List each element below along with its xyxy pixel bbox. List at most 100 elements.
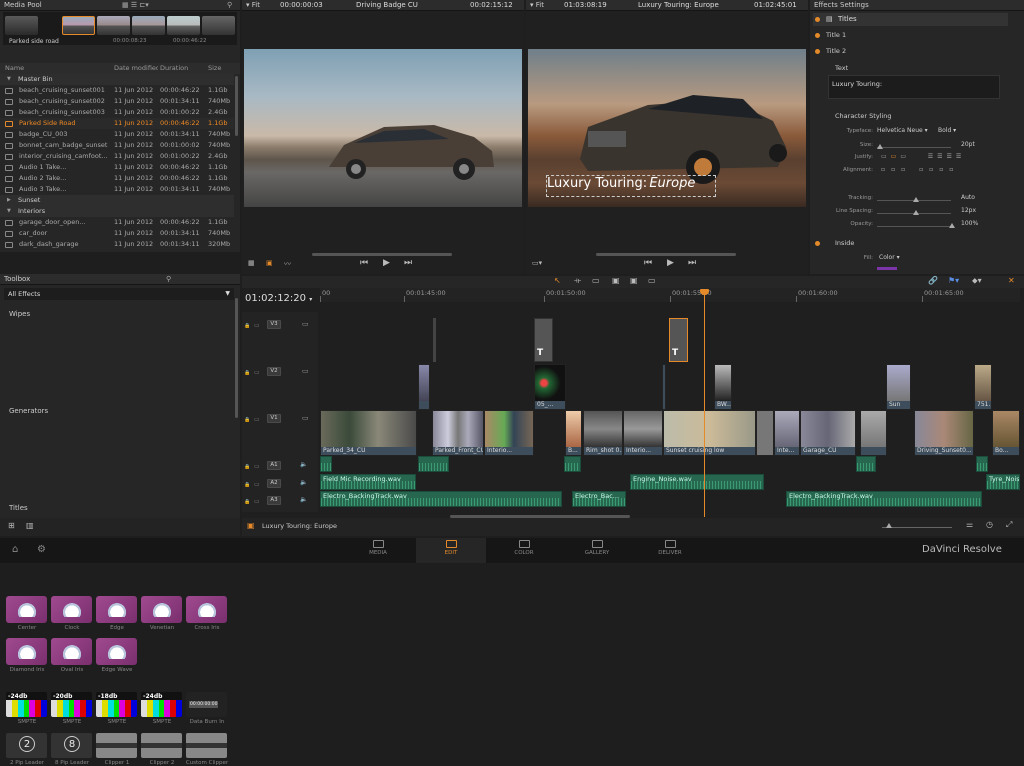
effects-filter-dropdown[interactable]: All Effects ▼	[4, 288, 234, 300]
wipe-effect-center[interactable]	[6, 596, 47, 623]
col-name[interactable]: Name	[5, 63, 95, 74]
generator-8-pip-leader[interactable]: 8	[51, 733, 92, 758]
source-forward-icon[interactable]: ⏭	[404, 258, 412, 268]
timeline-rewind-icon[interactable]: ⏮	[644, 258, 652, 268]
opacity-value[interactable]: 100%	[961, 220, 978, 227]
media-pool-scrollbar[interactable]	[235, 76, 238, 136]
timeline-ruler[interactable]: 00 00:01:45:00 00:01:50:00 00:01:55:00 00:01…	[320, 288, 1020, 302]
col-duration[interactable]: Duration	[160, 63, 206, 74]
video-clip[interactable]: Garage_CU	[800, 410, 856, 456]
clip-row[interactable]: Audio 1 Take... 11 Jun 2012 00:00:46:22 1.1…	[0, 162, 234, 173]
fullscreen-icon[interactable]: ⤢	[1006, 520, 1012, 530]
inside-section-header[interactable]: Inside	[813, 238, 1008, 250]
settings-tool-icon[interactable]: ✕	[1008, 276, 1015, 285]
video-clip[interactable]	[418, 364, 430, 410]
video-clip[interactable]: B...	[565, 410, 582, 456]
generator-smpte[interactable]: -18db	[96, 692, 137, 717]
playhead[interactable]	[700, 289, 709, 517]
page-tab-edit[interactable]: EDIT	[416, 538, 486, 563]
track-speaker-icon[interactable]: 🔈	[300, 496, 307, 503]
source-audio-icon[interactable]: 〰	[284, 259, 291, 269]
generator-clipper-1[interactable]	[96, 733, 137, 758]
effects-tree-title2[interactable]: Title 2	[813, 45, 1008, 57]
page-tab-color[interactable]: COLOR	[489, 540, 559, 556]
video-clip[interactable]: Driving_Sunset0...	[914, 410, 974, 456]
video-clip[interactable]: Sun	[886, 364, 911, 410]
timeline-forward-icon[interactable]: ⏭	[688, 258, 696, 268]
wipe-effect-edge-wave[interactable]	[96, 638, 137, 665]
clip-row[interactable]: bonnet_cam_badge_sunset 11 Jun 2012 00:01:…	[0, 140, 234, 151]
track-lock-icon[interactable]: 🔒	[244, 323, 250, 329]
insert-icon[interactable]: ▣	[612, 276, 620, 285]
timeline-play-icon[interactable]: ▶	[667, 258, 674, 268]
video-clip[interactable]: Parked_Front_CU	[432, 410, 484, 456]
tracking-value[interactable]: Auto	[961, 194, 975, 201]
wipe-effect-edge[interactable]	[96, 596, 137, 623]
timeline-zoom-select[interactable]: ▾ Fit	[530, 0, 544, 10]
source-jog-bar[interactable]	[312, 253, 452, 256]
search-icon[interactable]: ⚲	[227, 0, 232, 10]
generator-2-pip-leader[interactable]: 2	[6, 733, 47, 758]
timeline-video-frame[interactable]: Luxury Touring: Europe	[528, 49, 806, 207]
video-clip[interactable]: 05_...	[534, 364, 566, 410]
toolbox-search-icon[interactable]: ⚲	[166, 274, 171, 284]
generator-clipper-2[interactable]	[141, 733, 182, 758]
track-label-v1[interactable]: V1	[267, 414, 281, 423]
clip-row[interactable]: Audio 2 Take... 11 Jun 2012 00:00:46:22 1.1…	[0, 173, 234, 184]
clip-row[interactable]: interior_cruising_camfoot... 11 Jun 2012 0…	[0, 151, 234, 162]
title-overlay[interactable]: Luxury Touring: Europe	[546, 175, 716, 197]
timeline-zoom-knob[interactable]	[886, 523, 892, 528]
marker-icon[interactable]: ⬥▾	[972, 276, 982, 286]
page-tab-gallery[interactable]: GALLERY	[562, 540, 632, 556]
source-play-icon[interactable]: ▶	[383, 258, 390, 268]
bin-row[interactable]: ▼ Interiors	[0, 206, 234, 217]
clip-thumbnail[interactable]	[62, 16, 95, 35]
video-clip[interactable]: Interio...	[623, 410, 663, 456]
effects-tree-title1[interactable]: Title 1	[813, 29, 1008, 41]
audio-clip[interactable]	[564, 456, 581, 472]
page-tab-deliver[interactable]: DELIVER	[635, 540, 705, 556]
flag-icon[interactable]: ⚑▾	[948, 276, 959, 285]
text-input[interactable]: Luxury Touring:	[828, 75, 1000, 99]
video-clip[interactable]	[662, 364, 666, 410]
typeface-select[interactable]: Helvetica Neue ▾	[877, 127, 928, 134]
overwrite-icon[interactable]: ▣	[630, 276, 638, 285]
timeline-viewer-mode-icon[interactable]: ▭▾	[532, 259, 542, 267]
audio-clip[interactable]: Field Mic Recording.wav	[320, 474, 416, 490]
track-select-icon[interactable]: ▭	[254, 498, 260, 505]
audio-clip[interactable]: Engine_Noise.wav	[630, 474, 764, 490]
fill-color-swatch[interactable]	[877, 267, 897, 270]
toolbox-scrollbar[interactable]	[235, 298, 238, 418]
col-date[interactable]: Date modified	[114, 63, 158, 74]
bin-row[interactable]: ▶ Sunset	[0, 195, 234, 206]
effects-tree-titles[interactable]: ▤ Titles	[813, 13, 1008, 26]
wipe-effect-cross-iris[interactable]	[186, 596, 227, 623]
line-spacing-value[interactable]: 12px	[961, 207, 976, 214]
video-clip[interactable]: BW...	[714, 364, 732, 410]
generator-smpte[interactable]: -24db	[6, 692, 47, 717]
timeline-options-icon[interactable]: ⚌	[966, 520, 973, 529]
alignment-buttons[interactable]: ▫▫▫ ▫▫▫▫	[881, 166, 959, 173]
clip-row[interactable]: garage_door_open... 11 Jun 2012 00:00:46:2…	[0, 217, 234, 228]
col-size[interactable]: Size	[208, 63, 234, 74]
transition-clip[interactable]	[756, 410, 774, 456]
size-value[interactable]: 20pt	[961, 141, 975, 148]
replace-icon[interactable]: ▭	[648, 276, 656, 285]
track-visibility-icon[interactable]: ▭	[302, 320, 309, 328]
video-clip[interactable]: Interio...	[484, 410, 534, 456]
clip-filmstrip[interactable]: Parked side road 00:00:08:23 00:00:46:22	[3, 12, 237, 45]
track-lock-icon[interactable]: 🔒	[244, 464, 250, 470]
trim-tool-icon[interactable]: ⟛	[574, 276, 581, 286]
track-select-icon[interactable]: ▭	[254, 416, 260, 423]
clip-thumbnail[interactable]	[167, 16, 200, 35]
expanded-icon[interactable]: ▼	[7, 74, 11, 85]
track-select-icon[interactable]: ▭	[254, 322, 260, 329]
video-clip[interactable]: Inte...	[774, 410, 800, 456]
track-visibility-icon[interactable]: ▭	[302, 367, 309, 375]
track-select-icon[interactable]: ▭	[254, 369, 260, 376]
generator-data-burn-in[interactable]: 00:00:00:00	[186, 692, 227, 717]
wipe-effect-clock[interactable]	[51, 596, 92, 623]
bin-row[interactable]: ▼ Master Bin	[0, 74, 234, 85]
opacity-knob[interactable]	[949, 223, 955, 228]
track-label-a2[interactable]: A2	[267, 479, 281, 488]
